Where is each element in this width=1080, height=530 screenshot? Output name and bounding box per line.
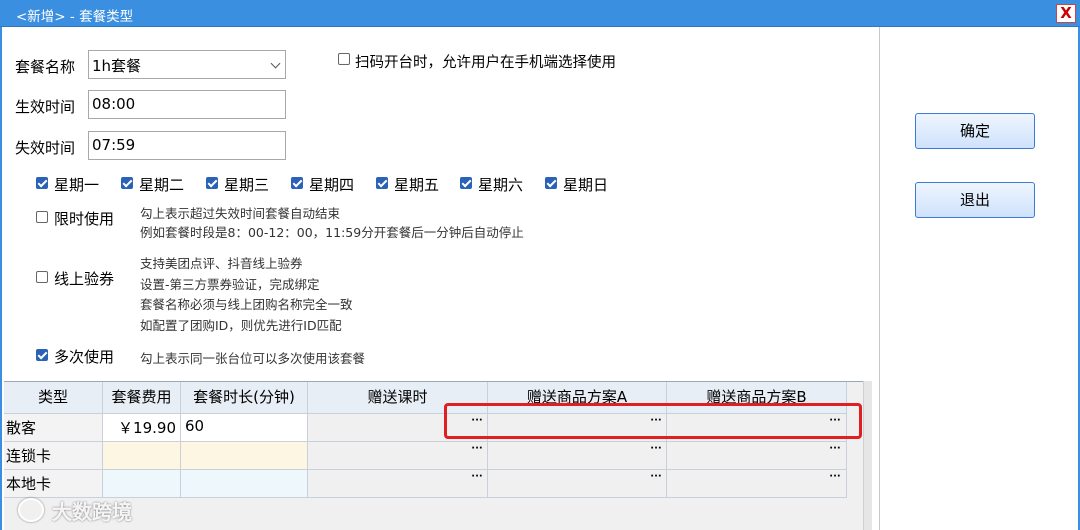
highlight-box	[444, 403, 862, 439]
row-lesson-cell[interactable]	[308, 470, 488, 498]
row-plan-a-cell[interactable]	[488, 470, 667, 498]
weekday-label-4: 星期四	[309, 176, 355, 194]
weekday-checkbox-2[interactable]	[121, 177, 133, 189]
plan-b-picker-button[interactable]: ···	[824, 471, 846, 487]
start-time-input[interactable]: 08:00	[88, 90, 286, 119]
table-header: 类型	[4, 382, 103, 414]
weekday-label-5: 星期五	[394, 176, 440, 194]
end-time-label: 失效时间	[15, 139, 76, 157]
weekday-label-7: 星期日	[563, 176, 609, 194]
row-duration-cell[interactable]: 60	[181, 414, 308, 442]
weekday-label-1: 星期一	[54, 176, 100, 194]
table-scrollbar[interactable]	[863, 381, 872, 530]
row-type-cell: 散客	[4, 414, 103, 442]
multi-note: 勾上表示同一张台位可以多次使用该套餐	[140, 351, 366, 366]
package-name-select[interactable]: 1h套餐	[88, 50, 286, 79]
package-name-value: 1h套餐	[92, 57, 142, 75]
weekday-label-2: 星期二	[139, 176, 185, 194]
end-time-input[interactable]: 07:59	[88, 131, 286, 160]
table-header: 套餐时长(分钟)	[181, 382, 308, 414]
package-name-label: 套餐名称	[15, 58, 76, 76]
chevron-down-icon	[270, 58, 281, 69]
sidebar-divider	[879, 27, 880, 530]
online-note-3: 套餐名称必须与线上团购名称完全一致	[140, 297, 353, 312]
online-note-1: 支持美团点评、抖音线上验券	[140, 256, 303, 271]
scan-checkbox[interactable]	[338, 53, 350, 65]
row-fee-cell[interactable]: ￥19.90	[103, 414, 181, 442]
table-header: 套餐费用	[103, 382, 181, 414]
row-type-cell: 本地卡	[4, 470, 103, 498]
multi-label: 多次使用	[54, 348, 115, 366]
weekday-checkbox-6[interactable]	[460, 177, 472, 189]
row-duration-cell[interactable]	[181, 442, 308, 470]
online-note-4: 如配置了团购ID，则优先进行ID匹配	[140, 318, 342, 333]
row-fee-cell[interactable]	[103, 470, 181, 498]
weekday-checkbox-5[interactable]	[376, 177, 388, 189]
lesson-picker-button[interactable]: ···	[466, 443, 488, 459]
scan-label: 扫码开台时，允许用户在手机端选择使用	[355, 55, 616, 71]
title-bar: <新增> - 套餐类型 X	[0, 0, 1080, 27]
weekday-label-3: 星期三	[224, 176, 270, 194]
plan-b-picker-button[interactable]: ···	[824, 443, 846, 459]
limit-note-2: 例如套餐时段是8：00-12：00，11:59分开套餐后一分钟后自动停止	[140, 225, 524, 240]
lesson-picker-button[interactable]: ···	[466, 471, 488, 487]
limit-checkbox[interactable]	[36, 211, 48, 223]
watermark-text: 大数跨境	[52, 500, 132, 524]
weekday-checkbox-7[interactable]	[545, 177, 557, 189]
window-title: <新增> - 套餐类型	[16, 9, 134, 25]
row-fee-cell[interactable]	[103, 442, 181, 470]
plan-a-picker-button[interactable]: ···	[645, 471, 667, 487]
online-label: 线上验券	[54, 270, 115, 288]
multi-checkbox[interactable]	[36, 349, 48, 361]
row-lesson-cell[interactable]	[308, 442, 488, 470]
start-time-label: 生效时间	[15, 98, 76, 116]
close-button[interactable]: X	[1056, 4, 1076, 23]
online-note-2: 设置-第三方票券验证，完成绑定	[140, 277, 320, 292]
limit-label: 限时使用	[54, 210, 115, 228]
row-plan-b-cell[interactable]	[667, 442, 847, 470]
row-type-cell: 连锁卡	[4, 442, 103, 470]
row-duration-cell[interactable]	[181, 470, 308, 498]
exit-button[interactable]: 退出	[915, 182, 1035, 218]
watermark-logo-icon	[18, 498, 44, 522]
ok-button[interactable]: 确定	[915, 113, 1035, 149]
plan-a-picker-button[interactable]: ···	[645, 443, 667, 459]
weekday-label-6: 星期六	[478, 176, 524, 194]
row-plan-a-cell[interactable]	[488, 442, 667, 470]
weekday-checkbox-4[interactable]	[291, 177, 303, 189]
weekday-checkbox-3[interactable]	[206, 177, 218, 189]
weekday-checkbox-1[interactable]	[36, 177, 48, 189]
row-plan-b-cell[interactable]	[667, 470, 847, 498]
limit-note-1: 勾上表示超过失效时间套餐自动结束	[140, 206, 341, 221]
online-checkbox[interactable]	[36, 271, 48, 283]
